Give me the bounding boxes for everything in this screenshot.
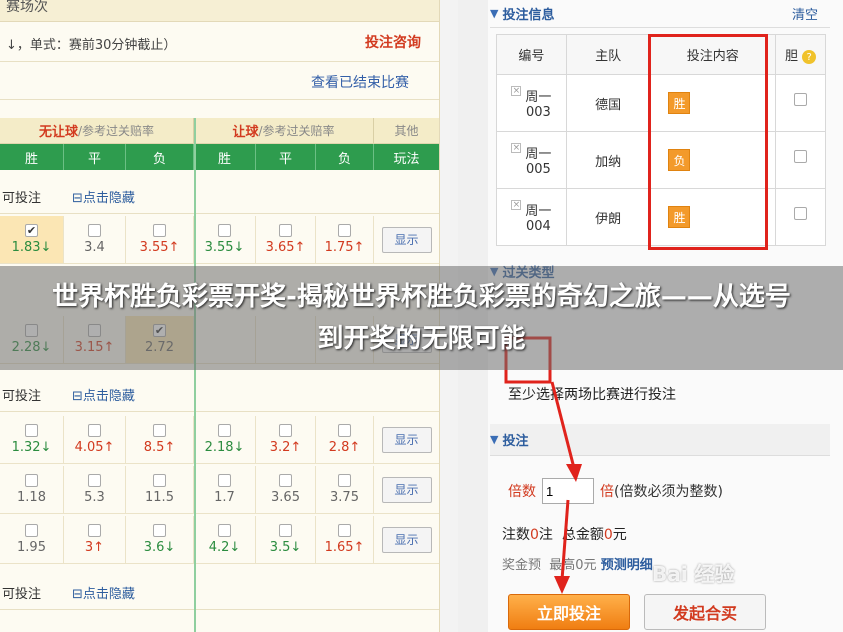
- title-banner: 世界杯胜负彩票开奖-揭秘世界杯胜负彩票的奇幻之旅——从选号到开奖的无限可能: [0, 266, 843, 370]
- arrow-head-2: [554, 576, 570, 594]
- arrow-head-1: [566, 464, 582, 482]
- banner-title: 世界杯胜负彩票开奖-揭秘世界杯胜负彩票的奇幻之旅——从选号到开奖的无限可能: [52, 282, 791, 354]
- arrow-line-2: [560, 499, 570, 581]
- arrow-line-1: [550, 381, 576, 469]
